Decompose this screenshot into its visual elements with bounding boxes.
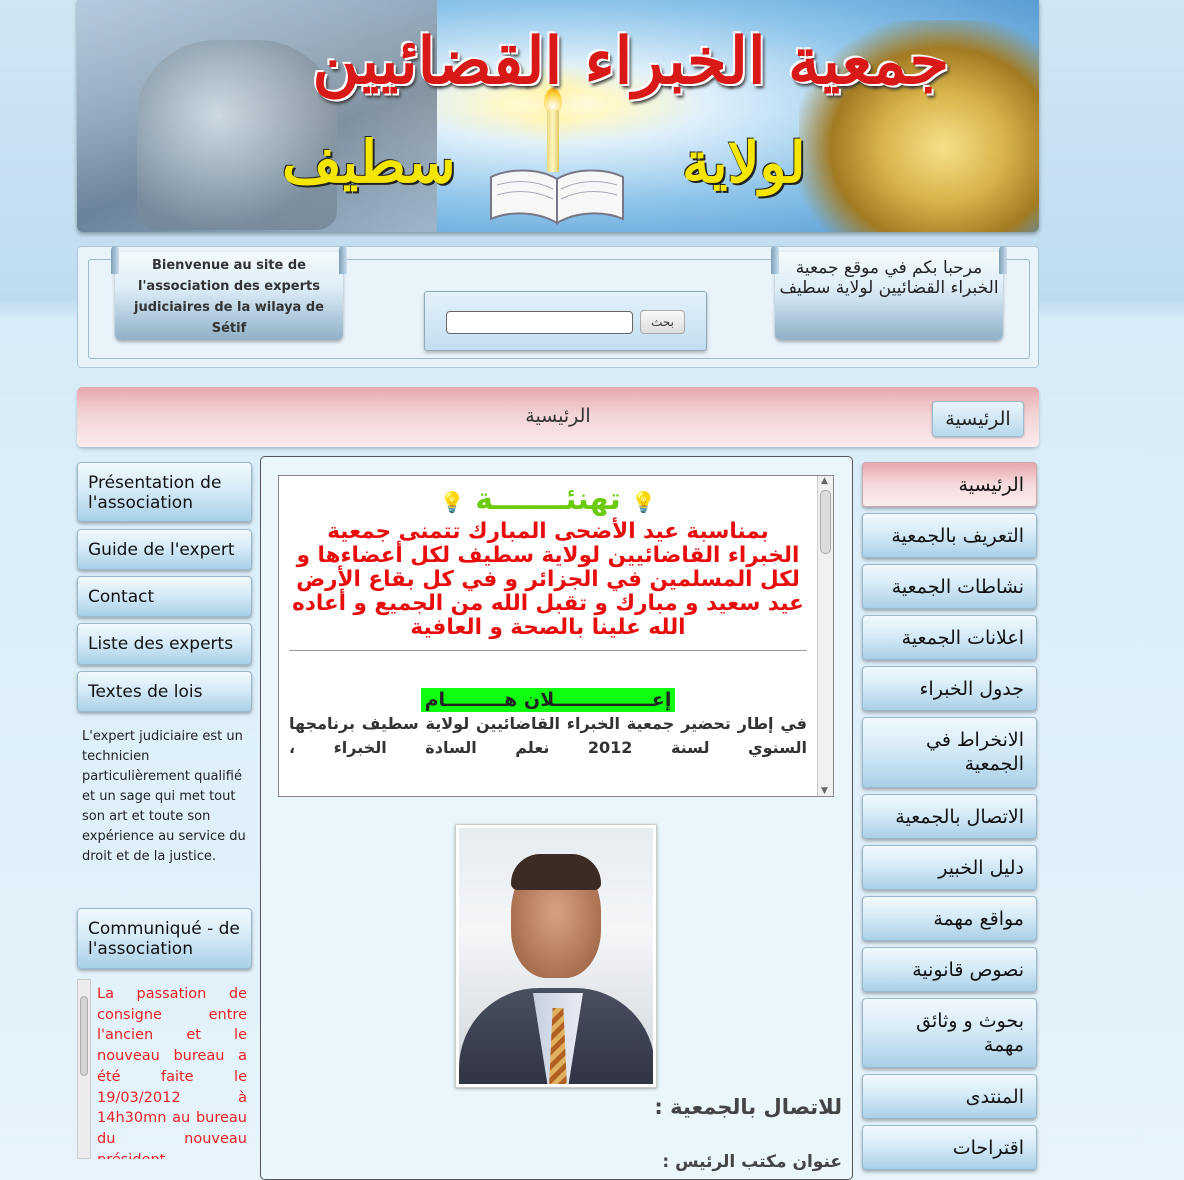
scroll-up-icon[interactable]: ▲ <box>821 476 828 486</box>
home-button[interactable]: الرئيسية <box>932 401 1024 437</box>
right-menu-item-experts-table[interactable]: جدول الخبراء <box>862 666 1037 711</box>
president-photo <box>455 824 657 1088</box>
banner-title: جمعية الخبراء القضائيين <box>312 24 949 99</box>
president-office-label: عنوان مكتب الرئيس : <box>662 1152 842 1172</box>
right-menu-item-guide[interactable]: دليل الخبير <box>862 845 1037 890</box>
greeting-text: بمناسبة عيد الأضحى المبارك تتمنى جمعية ا… <box>292 519 804 640</box>
search-input[interactable] <box>446 311 633 334</box>
announcement-scrollbar[interactable]: ▲ ▼ <box>817 476 833 796</box>
scroll-down-icon[interactable]: ▼ <box>821 786 828 796</box>
welcome-inner: Bienvenue au site de l'association des e… <box>88 246 1030 359</box>
communique-button[interactable]: Communiqué - de l'association <box>77 908 252 969</box>
left-menu-item-contact[interactable]: Contact <box>77 576 252 617</box>
notice-title-row: إعـــــــــــــــلان هـــــــــام <box>289 688 807 712</box>
right-menu-item-legal-texts[interactable]: نصوص قانونية <box>862 947 1037 992</box>
right-menu-item-links[interactable]: مواقع مهمة <box>862 896 1037 941</box>
welcome-bar: Bienvenue au site de l'association des e… <box>77 246 1039 368</box>
communique-scroll-box[interactable]: La passation de consigne entre l'ancien … <box>77 979 252 1159</box>
communique-text: La passation de consigne entre l'ancien … <box>97 986 247 1159</box>
greeting-heading: تهنئـــــــة <box>475 482 621 517</box>
main-content: 💡 تهنئـــــــة 💡 بمناسبة عيد الأضحى المب… <box>260 456 853 1180</box>
contact-heading: للاتصال بالجمعية : <box>654 1095 842 1119</box>
notice-title: إعـــــــــــــــلان هـــــــــام <box>420 688 676 712</box>
lightbulb-icon: 💡 <box>439 490 465 514</box>
right-menu-item-about[interactable]: التعريف بالجمعية <box>862 513 1037 558</box>
breadcrumb-current: الرئيسية <box>525 405 591 427</box>
open-book-icon <box>490 169 624 225</box>
right-menu-item-home[interactable]: الرئيسية <box>862 462 1037 507</box>
candle-icon <box>547 110 559 172</box>
banner-city: سطيف <box>282 128 456 196</box>
left-menu-item-guide[interactable]: Guide de l'expert <box>77 529 252 570</box>
breadcrumb-bar: الرئيسية الرئيسية <box>77 387 1039 447</box>
left-menu-item-laws[interactable]: Textes de lois <box>77 671 252 712</box>
announcement-scroll-box[interactable]: 💡 تهنئـــــــة 💡 بمناسبة عيد الأضحى المب… <box>278 475 834 797</box>
search-button[interactable]: بحث <box>640 310 685 334</box>
welcome-ribbon-arabic: مرحبا بكم في موقع جمعية الخبراء القضائيي… <box>771 246 1007 340</box>
scrollbar-thumb[interactable] <box>820 490 831 554</box>
right-menu-item-activities[interactable]: نشاطات الجمعية <box>862 564 1037 609</box>
notice-body: في إطار تحضير جمعية الخبراء القاضائيين ل… <box>289 714 807 757</box>
right-menu-item-membership[interactable]: الانخراط في الجمعية <box>862 717 1037 788</box>
expert-description: L'expert judiciaire est un technicien pa… <box>82 729 246 864</box>
welcome-ribbon-french: Bienvenue au site de l'association des e… <box>111 246 347 340</box>
banner-wilaya: لولاية <box>682 130 806 196</box>
search-box: بحث <box>424 291 707 351</box>
communique-scrollbar[interactable] <box>77 979 91 1159</box>
right-menu-item-contact[interactable]: الاتصال بالجمعية <box>862 794 1037 839</box>
scrollbar-thumb[interactable] <box>80 996 88 1076</box>
right-menu-item-suggestions[interactable]: اقتراحات <box>862 1125 1037 1170</box>
announcement-content: 💡 تهنئـــــــة 💡 بمناسبة عيد الأضحى المب… <box>289 482 807 760</box>
right-menu-item-forum[interactable]: المنتدى <box>862 1074 1037 1119</box>
site-banner: جمعية الخبراء القضائيين لولاية سطيف <box>77 0 1039 232</box>
right-menu-item-research[interactable]: بحوث و وثائق مهمة <box>862 998 1037 1068</box>
lightbulb-icon: 💡 <box>631 490 657 514</box>
greeting-heading-row: 💡 تهنئـــــــة 💡 <box>289 482 807 520</box>
right-menu-item-announcements[interactable]: اعلانات الجمعية <box>862 615 1037 660</box>
left-menu-item-presentation[interactable]: Présentation de l'association <box>77 462 252 522</box>
left-menu-item-experts-list[interactable]: Liste des experts <box>77 623 252 665</box>
divider <box>289 650 807 651</box>
